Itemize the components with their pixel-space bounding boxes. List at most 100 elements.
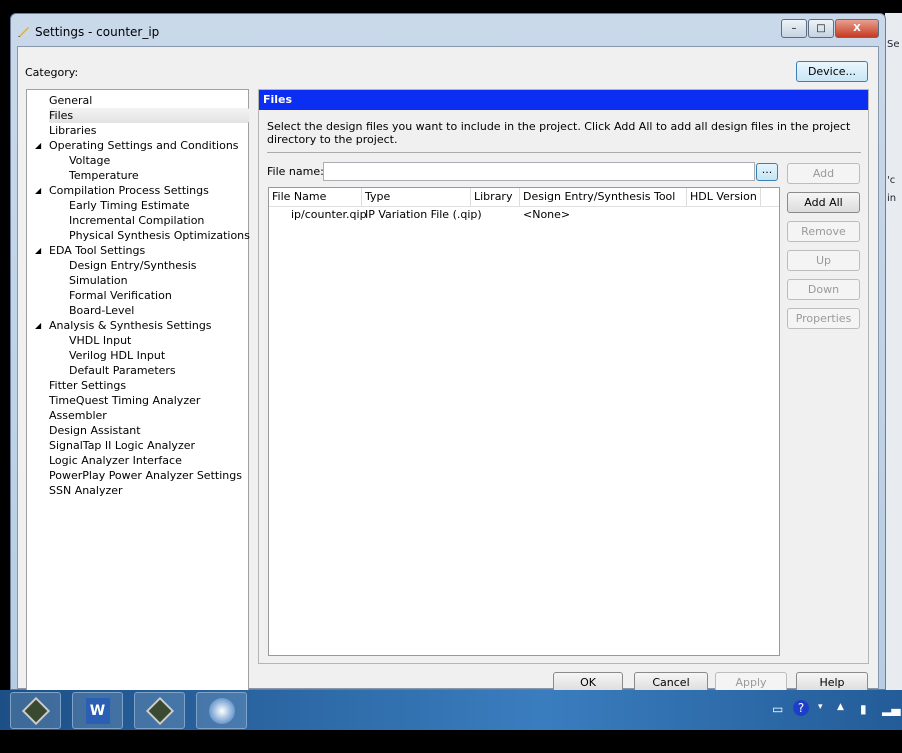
up-button[interactable]: Up [787,250,860,271]
expand-icon[interactable]: ◢ [35,318,41,333]
tree-item-label: Voltage [69,154,111,167]
tree-item-label: Operating Settings and Conditions [49,139,239,152]
close-button[interactable]: X [835,19,879,38]
background-window: Se 'c in [885,13,902,690]
tree-item[interactable]: Design Entry/Synthesis [69,258,196,273]
column-header[interactable]: Type [362,188,471,206]
panel-description: Select the design files you want to incl… [267,120,851,146]
column-header[interactable]: HDL Version [687,188,761,206]
expand-icon[interactable]: ◢ [35,183,41,198]
down-button[interactable]: Down [787,279,860,300]
tree-item-label: SignalTap II Logic Analyzer [49,439,196,452]
properties-button[interactable]: Properties [787,308,860,329]
word-icon[interactable]: W [72,692,123,729]
tree-item[interactable]: SSN Analyzer [49,483,123,498]
tree-item-label: Analysis & Synthesis Settings [49,319,212,332]
remove-button[interactable]: Remove [787,221,860,242]
add-all-button[interactable]: Add All [787,192,860,213]
category-tree[interactable]: General Files Libraries ◢ Operating Settings… [26,89,250,694]
tree-item-label: VHDL Input [69,334,132,347]
tree-item-label: Temperature [69,169,139,182]
tree-item-label: Files [49,109,74,122]
tree-item-label: General [49,94,93,107]
tree-item-label: Assembler [49,409,107,422]
tree-item[interactable]: Logic Analyzer Interface [49,453,182,468]
tree-item[interactable]: PowerPlay Power Analyzer Settings [49,468,242,483]
tree-item-label: Logic Analyzer Interface [49,454,182,467]
keyboard-icon[interactable]: ▭ [772,702,783,716]
window-title: Settings - counter_ip [35,25,160,39]
pencil-icon [18,27,29,37]
device-button[interactable]: Device... [796,61,868,82]
tree-item-label: Simulation [69,274,128,287]
signal-icon[interactable]: ▂▄ [882,702,900,716]
tree-item[interactable]: Assembler [49,408,107,423]
signaltap-icon[interactable] [196,692,247,729]
table-cell[interactable]: <None> [523,207,570,223]
tree-item[interactable]: Files [49,108,249,123]
column-header[interactable]: File Name [269,188,362,206]
tree-item-label: PowerPlay Power Analyzer Settings [49,469,242,482]
tree-item[interactable]: Incremental Compilation [69,213,204,228]
dialog-body: Category: Device... General Files Librarie… [17,46,879,694]
tree-item[interactable]: Physical Synthesis Optimizations [69,228,250,243]
background-text: in [887,193,897,204]
expand-icon[interactable]: ◢ [35,138,41,153]
table-cell[interactable]: ip/counter.qip [291,207,367,223]
tree-item[interactable]: Design Assistant [49,423,141,438]
tree-item[interactable]: Libraries [49,123,97,138]
tree-item-label: Compilation Process Settings [49,184,209,197]
tree-item[interactable]: ◢ Operating Settings and Conditions [35,138,239,153]
maximize-button[interactable]: □ [808,19,834,38]
tree-item[interactable]: TimeQuest Timing Analyzer [49,393,200,408]
quartus-icon[interactable] [10,692,61,729]
tree-item[interactable]: ◢ Compilation Process Settings [35,183,209,198]
tree-item-label: Formal Verification [69,289,172,302]
settings-dialog: Settings - counter_ip – □ X Category: De… [10,13,886,694]
background-text: Se [887,39,900,50]
files-table[interactable]: File Name Type Library Design Entry/Synthes… [268,187,780,656]
tree-item[interactable]: VHDL Input [69,333,131,348]
tree-item[interactable]: Verilog HDL Input [69,348,165,363]
add-button[interactable]: Add [787,163,860,184]
tree-item[interactable]: Board-Level [69,303,134,318]
tree-item[interactable]: ◢ EDA Tool Settings [35,243,146,258]
network-icon[interactable]: ▾ [818,702,823,712]
file-name-input[interactable] [323,162,755,181]
tree-item[interactable]: Early Timing Estimate [69,198,190,213]
expand-icon[interactable]: ◢ [35,243,41,258]
tree-item[interactable]: General [49,93,92,108]
tree-item-label: Libraries [49,124,97,137]
tree-item-label: Fitter Settings [49,379,127,392]
tree-item-label: Design Assistant [49,424,141,437]
tree-item-label: Board-Level [69,304,135,317]
background-text: 'c [887,175,896,186]
tree-item[interactable]: Fitter Settings [49,378,126,393]
browse-button[interactable]: ... [756,163,778,181]
quartus-programmer-icon[interactable] [134,692,185,729]
show-hidden-icons[interactable]: ▲ [837,702,844,712]
category-label: Category: [25,66,79,79]
divider [267,152,861,153]
power-icon[interactable]: ▮ [860,702,867,716]
tree-item[interactable]: SignalTap II Logic Analyzer [49,438,195,453]
tree-item-label: TimeQuest Timing Analyzer [49,394,201,407]
tree-item-label: SSN Analyzer [49,484,123,497]
tree-item-label: Verilog HDL Input [69,349,166,362]
help-icon[interactable]: ? [793,700,809,716]
tree-item[interactable]: Simulation [69,273,128,288]
file-name-label: File name: [267,165,324,178]
tree-item-label: Default Parameters [69,364,176,377]
column-header[interactable]: Library [471,188,520,206]
panel-header: Files [259,90,868,110]
tree-item[interactable]: Voltage [69,153,110,168]
tree-item[interactable]: Default Parameters [69,363,176,378]
column-header[interactable]: Design Entry/Synthesis Tool [520,188,687,206]
minimize-button[interactable]: – [781,19,807,38]
tree-item[interactable]: ◢ Analysis & Synthesis Settings [35,318,212,333]
tree-item-label: EDA Tool Settings [49,244,146,257]
table-cell[interactable]: IP Variation File (.qip) [365,207,482,223]
title-bar[interactable]: Settings - counter_ip – □ X [11,14,885,46]
tree-item[interactable]: Temperature [69,168,139,183]
tree-item[interactable]: Formal Verification [69,288,172,303]
